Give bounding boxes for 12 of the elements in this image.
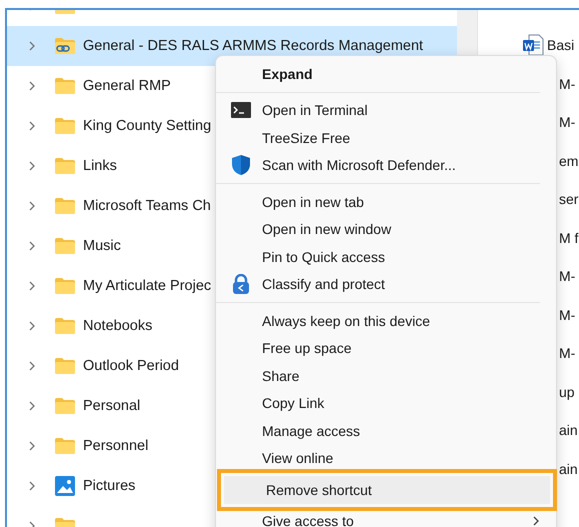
folder-label: Microsoft Teams Ch xyxy=(83,198,211,214)
folder-label: Personal xyxy=(83,398,140,414)
folder-label: General RMP xyxy=(83,78,171,94)
folder-label: Personnel xyxy=(83,438,148,454)
folder-label: Pictures xyxy=(83,478,136,494)
folder-label: General - DES RALS ARMMS Records Management xyxy=(83,38,424,54)
folder-label: Outlook Period xyxy=(83,358,179,374)
folder-label: My Articulate Projec xyxy=(83,278,212,294)
folder-label: Notebooks xyxy=(83,318,152,334)
folder-label: Music xyxy=(83,238,121,254)
folder-label: Links xyxy=(83,158,117,174)
folder-label: King County Setting xyxy=(83,118,212,134)
